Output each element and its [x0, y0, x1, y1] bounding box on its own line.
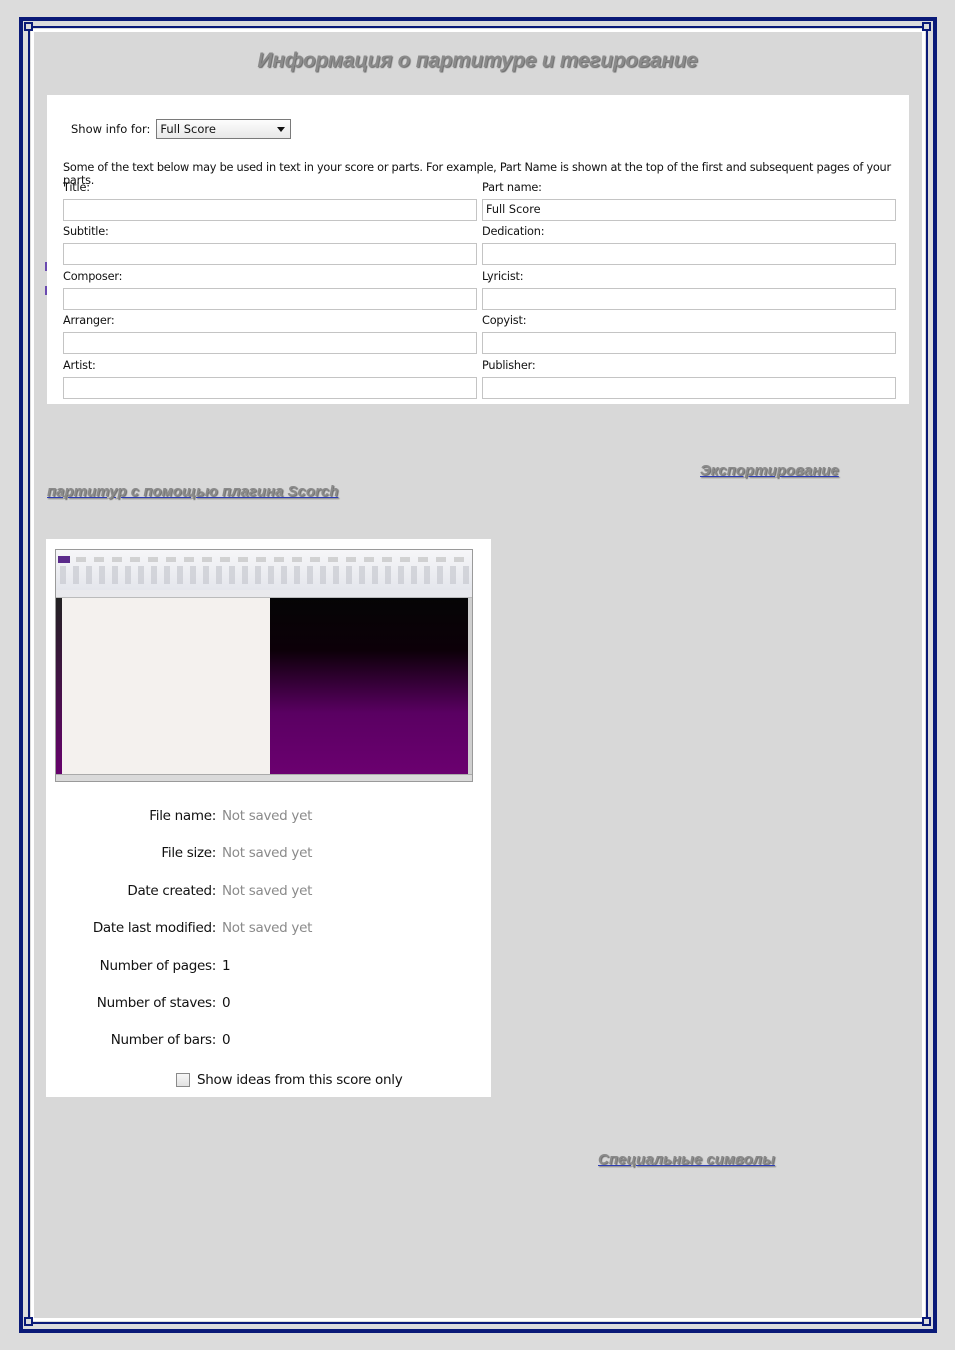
border-corner-ornament: [922, 1317, 931, 1326]
border-corner-ornament: [922, 22, 931, 31]
subtitle-label: Subtitle:: [63, 225, 109, 238]
title-label: Title:: [63, 181, 90, 194]
thumbnail-tabbar: [56, 590, 472, 598]
thumbnail-ribbon-icons: [60, 566, 470, 584]
export-link[interactable]: Экспортирование: [700, 462, 839, 479]
bars-value: 0: [222, 1032, 231, 1048]
score-info-panel: Show info for: Full Score Some of the te…: [47, 95, 909, 404]
thumbnail-active-tab: [58, 556, 70, 563]
lyricist-label: Lyricist:: [482, 270, 524, 283]
export-link-continued[interactable]: партитур с помощью плагина Scorch: [47, 483, 338, 500]
show-info-select[interactable]: Full Score: [156, 119, 292, 139]
artist-field[interactable]: [63, 377, 477, 399]
date-modified-label: Date last modified:: [92, 920, 216, 936]
publisher-label: Publisher:: [482, 359, 536, 372]
date-created-label: Date created:: [127, 883, 216, 899]
score-thumbnail-image: [55, 549, 473, 782]
dedication-label: Dedication:: [482, 225, 545, 238]
copyist-label: Copyist:: [482, 314, 527, 327]
file-name-label: File name:: [149, 808, 216, 824]
arranger-field[interactable]: [63, 332, 477, 354]
copyist-field[interactable]: [482, 332, 896, 354]
show-info-row: Show info for: Full Score: [71, 119, 292, 139]
file-size-value: Not saved yet: [222, 845, 313, 861]
show-info-select-value: Full Score: [160, 122, 216, 136]
staves-label: Number of staves:: [96, 995, 217, 1011]
arranger-label: Arranger:: [63, 314, 115, 327]
file-info-panel: File name: Not saved yet File size: Not …: [46, 539, 491, 1097]
thumbnail-statusbar: [56, 774, 472, 781]
show-info-label: Show info for:: [71, 122, 151, 136]
dedication-field[interactable]: [482, 243, 896, 265]
show-ideas-checkbox[interactable]: [176, 1073, 190, 1087]
composer-label: Composer:: [63, 270, 123, 283]
part-name-field[interactable]: Full Score: [482, 199, 896, 221]
artist-label: Artist:: [63, 359, 96, 372]
composer-field[interactable]: [63, 288, 477, 310]
date-created-value: Not saved yet: [222, 883, 313, 899]
file-name-value: Not saved yet: [222, 808, 313, 824]
lyricist-field[interactable]: [482, 288, 896, 310]
special-symbols-link[interactable]: Специальные символы: [598, 1151, 775, 1168]
pages-label: Number of pages:: [99, 958, 217, 974]
border-corner-ornament: [24, 1317, 33, 1326]
part-name-label: Part name:: [482, 181, 542, 194]
show-ideas-row: Show ideas from this score only: [176, 1072, 403, 1088]
staves-value: 0: [222, 995, 231, 1011]
publisher-field[interactable]: [482, 377, 896, 399]
pages-value: 1: [222, 958, 231, 974]
thumbnail-scrollbar: [468, 598, 472, 781]
border-corner-ornament: [24, 22, 33, 31]
file-size-label: File size:: [161, 845, 216, 861]
chevron-down-icon: [277, 127, 286, 132]
title-field[interactable]: [63, 199, 477, 221]
page-heading: Информация о партитуре и тегирование: [257, 49, 698, 72]
bars-label: Number of bars:: [110, 1032, 217, 1048]
thumbnail-ribbon-tabs: [58, 557, 468, 562]
date-modified-value: Not saved yet: [222, 920, 313, 936]
thumbnail-backdrop: [270, 598, 470, 781]
show-ideas-label: Show ideas from this score only: [197, 1072, 403, 1088]
subtitle-field[interactable]: [63, 243, 477, 265]
thumbnail-score-page: [62, 598, 270, 781]
